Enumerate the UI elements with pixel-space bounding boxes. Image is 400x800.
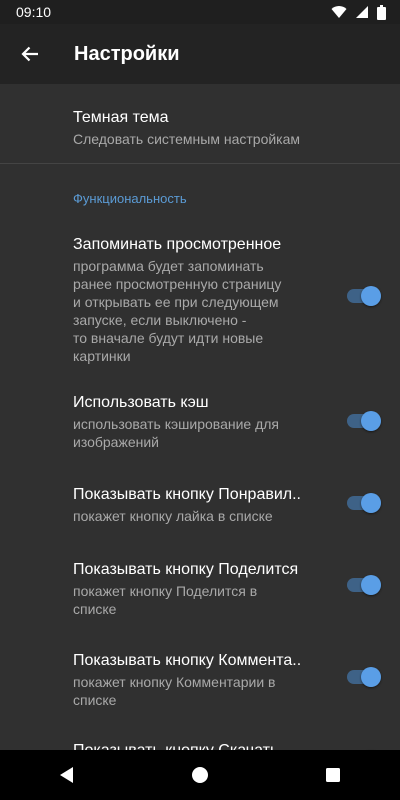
switch-thumb xyxy=(361,411,381,431)
pref-use-cache[interactable]: Использовать кэш использовать кэшировани… xyxy=(0,382,400,454)
cell-signal-icon xyxy=(356,6,368,18)
toggle-switch[interactable] xyxy=(347,286,381,306)
pref-summary: покажет кнопку Поделится в списке xyxy=(73,583,258,617)
nav-back-button[interactable] xyxy=(37,750,97,800)
pref-title: Темная тема xyxy=(73,109,169,126)
pref-show-like-button[interactable]: Показывать кнопку Понравил.. покажет кно… xyxy=(0,474,400,530)
toggle-switch[interactable] xyxy=(347,575,381,595)
switch-thumb xyxy=(361,667,381,687)
category-functionality: Функциональность xyxy=(73,191,187,206)
pref-summary: Следовать системным настройкам xyxy=(73,131,301,147)
pref-title: Показывать кнопку Скачать xyxy=(73,742,278,750)
pref-summary: использовать кэширование для изображений xyxy=(73,416,280,450)
page-title: Настройки xyxy=(74,42,180,65)
back-button[interactable] xyxy=(2,26,58,82)
pref-summary: покажет кнопку Комментарии в списке xyxy=(73,674,276,708)
pref-title: Показывать кнопку Понравил.. xyxy=(73,486,301,503)
triangle-back-icon xyxy=(59,767,73,783)
navigation-bar xyxy=(0,750,400,800)
app-bar: Настройки xyxy=(0,24,400,84)
nav-recents-button[interactable] xyxy=(303,750,363,800)
circle-home-icon xyxy=(191,767,208,783)
pref-title: Показывать кнопку Коммента.. xyxy=(73,652,302,669)
pref-summary: покажет кнопку лайка в списке xyxy=(73,508,273,524)
pref-title: Показывать кнопку Поделится xyxy=(73,561,299,578)
status-time: 09:10 xyxy=(16,4,52,20)
pref-title: Запоминать просмотренное xyxy=(73,236,282,253)
divider xyxy=(0,163,400,164)
switch-thumb xyxy=(361,575,381,595)
wifi-icon xyxy=(331,6,347,19)
toggle-switch[interactable] xyxy=(347,411,381,431)
square-recents-icon xyxy=(326,768,341,782)
arrow-left-icon xyxy=(21,46,38,62)
toggle-switch[interactable] xyxy=(347,667,381,687)
toggle-switch[interactable] xyxy=(347,493,381,513)
battery-icon xyxy=(377,4,386,20)
switch-thumb xyxy=(361,493,381,513)
switch-thumb xyxy=(361,286,381,306)
pref-title: Использовать кэш xyxy=(73,394,209,411)
pref-dark-theme[interactable]: Темная тема Следовать системным настройк… xyxy=(0,84,400,164)
status-bar: 09:10 xyxy=(0,0,400,24)
pref-summary: программа будет запоминать ранее просмот… xyxy=(73,258,282,364)
pref-show-comments-button[interactable]: Показывать кнопку Коммента.. покажет кно… xyxy=(0,640,400,712)
settings-list[interactable]: Темная тема Следовать системным настройк… xyxy=(0,84,400,750)
pref-show-download-button[interactable]: Показывать кнопку Скачать xyxy=(0,732,400,750)
status-icons xyxy=(331,4,386,20)
pref-show-share-button[interactable]: Показывать кнопку Поделится покажет кноп… xyxy=(0,549,400,621)
nav-home-button[interactable] xyxy=(170,750,230,800)
pref-remember-viewed[interactable]: Запоминать просмотренное программа будет… xyxy=(0,224,400,364)
